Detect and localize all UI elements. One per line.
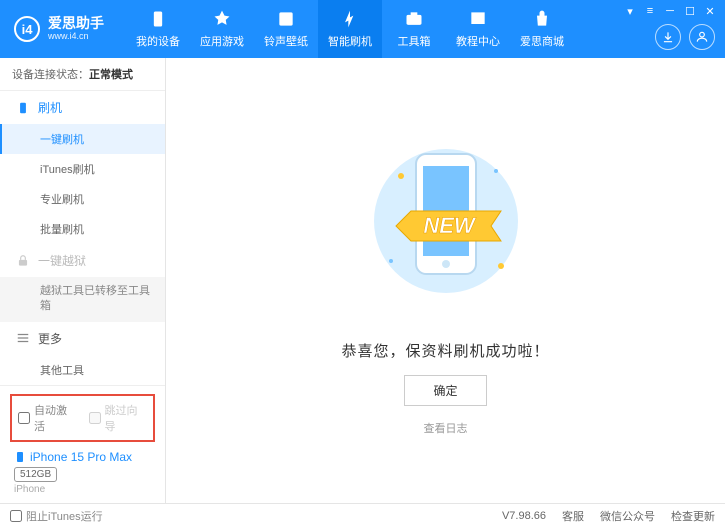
nav-store[interactable]: 爱思商城 <box>510 0 574 58</box>
success-message: 恭喜您，保资料刷机成功啦！ <box>341 340 549 361</box>
logo: i4 爱思助手 www.i4.cn <box>0 16 118 42</box>
logo-icon: i4 <box>14 16 40 42</box>
sidebar-section-jailbreak: 一键越狱 <box>0 244 165 277</box>
sidebar-item-batch-flash[interactable]: 批量刷机 <box>0 214 165 244</box>
sidebar-item-other-tools[interactable]: 其他工具 <box>0 355 165 385</box>
device-type: iPhone <box>14 484 151 495</box>
success-illustration: NEW <box>371 126 521 326</box>
options-highlight-box: 自动激活 跳过向导 <box>10 394 155 442</box>
nav-toolbox[interactable]: 工具箱 <box>382 0 446 58</box>
block-itunes-checkbox[interactable]: 阻止iTunes运行 <box>10 508 103 524</box>
user-button[interactable] <box>689 24 715 50</box>
view-log-link[interactable]: 查看日志 <box>424 420 468 436</box>
footer-wechat[interactable]: 微信公众号 <box>600 508 655 524</box>
sidebar-item-itunes-flash[interactable]: iTunes刷机 <box>0 154 165 184</box>
new-badge-text: NEW <box>423 213 477 238</box>
skip-guide-checkbox[interactable]: 跳过向导 <box>89 402 148 434</box>
titlebar: i4 爱思助手 www.i4.cn 我的设备 应用游戏 铃声壁纸 智能刷机 工具… <box>0 0 725 58</box>
sidebar-item-pro-flash[interactable]: 专业刷机 <box>0 184 165 214</box>
auto-activate-checkbox[interactable]: 自动激活 <box>18 402 77 434</box>
nav-ringtones[interactable]: 铃声壁纸 <box>254 0 318 58</box>
site-url: www.i4.cn <box>48 32 104 42</box>
footer-support[interactable]: 客服 <box>562 508 584 524</box>
sidebar: 设备连接状态：正常模式 刷机 一键刷机 iTunes刷机 专业刷机 批量刷机 一… <box>0 58 166 503</box>
ok-button[interactable]: 确定 <box>404 375 486 406</box>
nav-my-device[interactable]: 我的设备 <box>126 0 190 58</box>
footer-update[interactable]: 检查更新 <box>671 508 715 524</box>
nav-flash[interactable]: 智能刷机 <box>318 0 382 58</box>
sidebar-jailbreak-note[interactable]: 越狱工具已转移至工具箱 <box>0 277 165 322</box>
top-nav: 我的设备 应用游戏 铃声壁纸 智能刷机 工具箱 教程中心 爱思商城 <box>126 0 574 58</box>
app-name: 爱思助手 <box>48 16 104 31</box>
settings-icon[interactable]: ≡ <box>643 4 657 18</box>
window-controls: ▾ ≡ ─ ☐ ✕ <box>623 4 717 18</box>
sidebar-section-more[interactable]: 更多 <box>0 322 165 355</box>
connection-status: 设备连接状态：正常模式 <box>0 58 165 91</box>
footer: 阻止iTunes运行 V7.98.66 客服 微信公众号 检查更新 <box>0 503 725 527</box>
nav-apps[interactable]: 应用游戏 <box>190 0 254 58</box>
sidebar-section-flash[interactable]: 刷机 <box>0 91 165 124</box>
menu-icon[interactable]: ▾ <box>623 4 637 18</box>
sidebar-item-oneclick-flash[interactable]: 一键刷机 <box>0 124 165 154</box>
maximize-icon[interactable]: ☐ <box>683 4 697 18</box>
device-info: iPhone 15 Pro Max 512GB iPhone <box>10 450 155 495</box>
download-button[interactable] <box>655 24 681 50</box>
minimize-icon[interactable]: ─ <box>663 4 677 18</box>
main-content: NEW 恭喜您，保资料刷机成功啦！ 确定 查看日志 <box>166 58 725 503</box>
version-label: V7.98.66 <box>502 510 546 522</box>
nav-tutorials[interactable]: 教程中心 <box>446 0 510 58</box>
device-name[interactable]: iPhone 15 Pro Max <box>14 450 151 464</box>
close-icon[interactable]: ✕ <box>703 4 717 18</box>
storage-badge: 512GB <box>14 467 57 482</box>
